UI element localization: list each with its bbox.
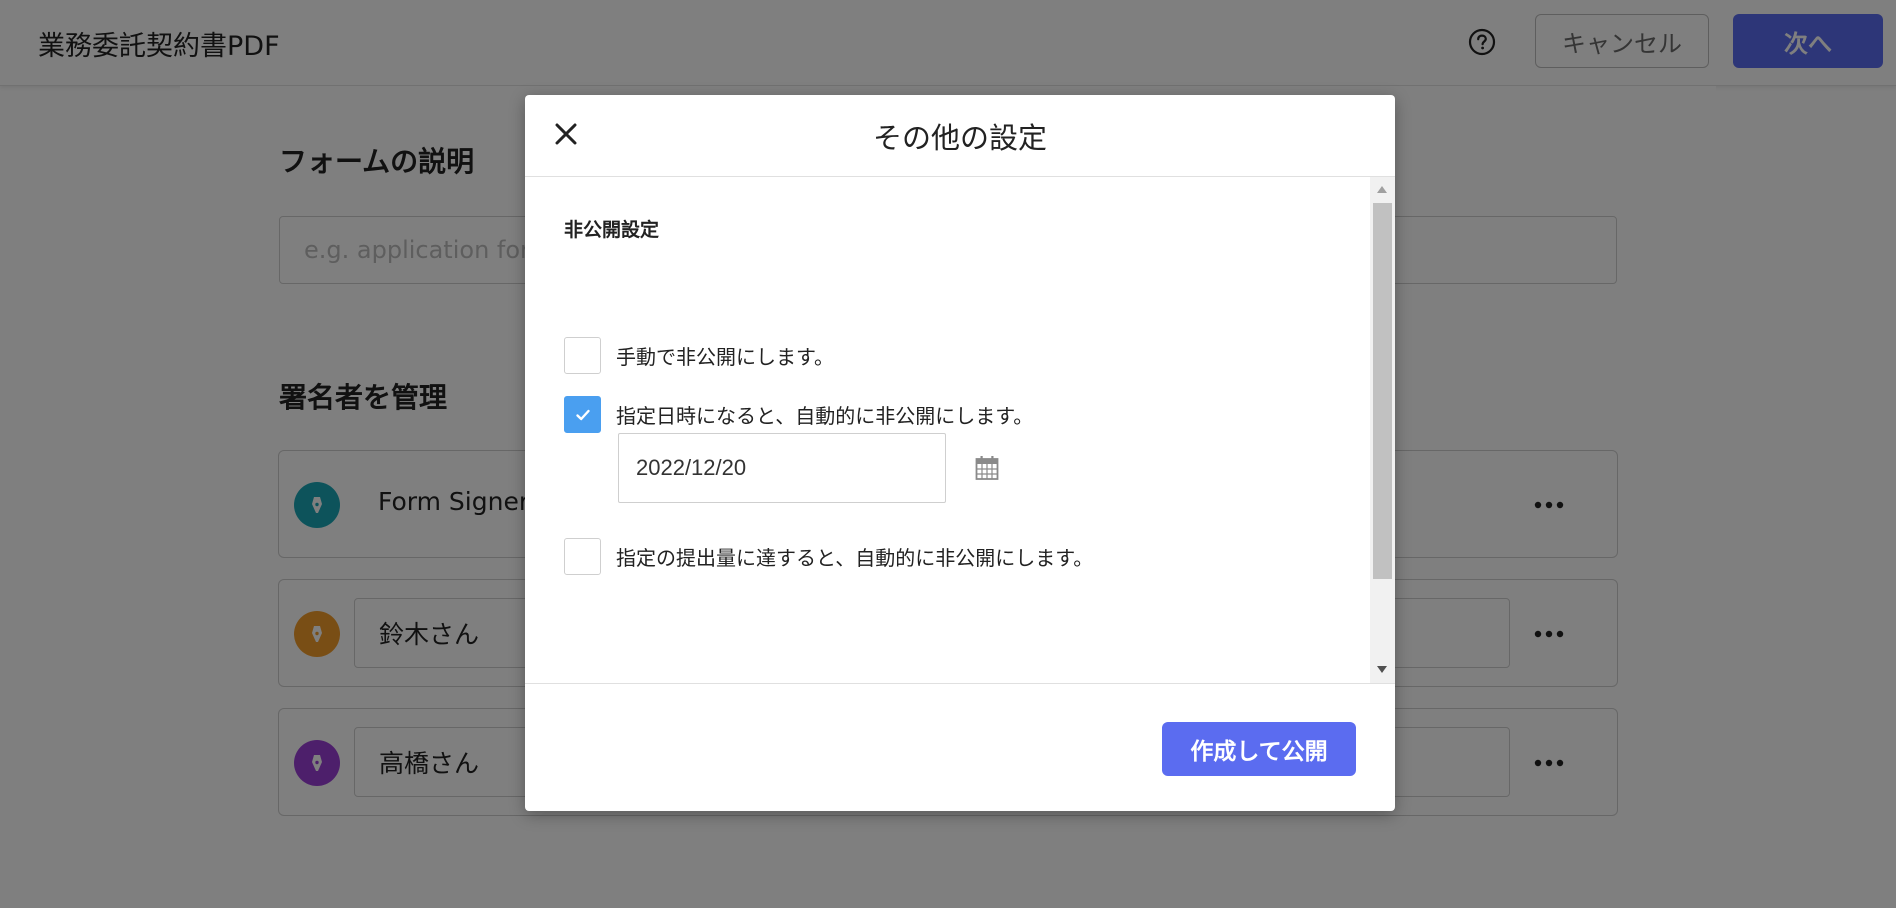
unpublish-settings-label: 非公開設定 — [564, 219, 660, 241]
dialog-scrollbar[interactable] — [1370, 177, 1395, 683]
calendar-icon[interactable] — [975, 455, 999, 481]
create-and-publish-button[interactable]: 作成して公開 — [1162, 722, 1356, 776]
manual-unpublish-checkbox[interactable] — [564, 337, 601, 374]
scheduled-unpublish-checkbox[interactable] — [564, 396, 601, 433]
scheduled-unpublish-label: 指定日時になると、自動的に非公開にします。 — [616, 404, 1034, 428]
dialog-header: その他の設定 — [525, 95, 1395, 177]
other-settings-dialog: その他の設定 非公開設定 手動で非公開にします。 指定日時になると、自動的に非公… — [525, 95, 1395, 811]
check-icon — [575, 409, 590, 420]
scroll-down-arrow-icon[interactable] — [1377, 666, 1387, 673]
dialog-footer: 作成して公開 — [525, 683, 1395, 811]
submission-limit-checkbox[interactable] — [564, 538, 601, 575]
unpublish-date-input[interactable]: 2022/12/20 — [618, 433, 946, 503]
submission-limit-label: 指定の提出量に達すると、自動的に非公開にします。 — [616, 546, 1094, 570]
scroll-up-arrow-icon[interactable] — [1377, 186, 1387, 193]
dialog-body: 非公開設定 手動で非公開にします。 指定日時になると、自動的に非公開にします。 … — [525, 177, 1370, 683]
dialog-title: その他の設定 — [872, 121, 1047, 155]
scrollbar-thumb[interactable] — [1373, 203, 1392, 579]
manual-unpublish-label: 手動で非公開にします。 — [616, 345, 834, 369]
